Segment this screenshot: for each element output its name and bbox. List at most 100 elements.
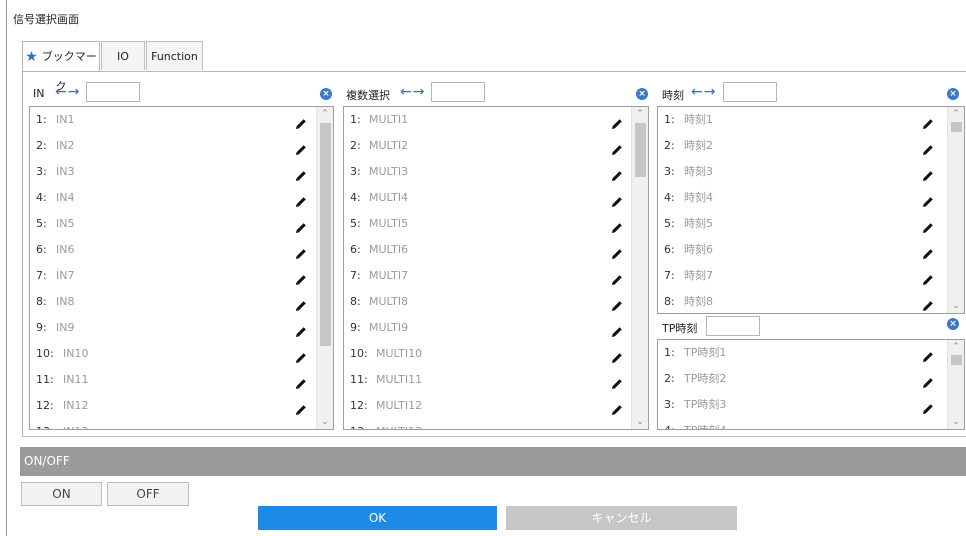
edit-pencil-icon[interactable] — [611, 426, 623, 429]
swap-arrows-icon[interactable]: ←→ — [55, 84, 80, 100]
edit-pencil-icon[interactable] — [295, 166, 307, 181]
edit-pencil-icon[interactable] — [295, 270, 307, 285]
list-item[interactable]: 12: MULTI12 — [344, 393, 631, 419]
list-item[interactable]: 9: IN9 — [30, 315, 316, 341]
in-search-input[interactable] — [86, 82, 140, 102]
list-item[interactable]: 10: IN10 — [30, 341, 316, 367]
edit-pencil-icon[interactable] — [295, 374, 307, 389]
list-item[interactable]: 10: MULTI10 — [344, 341, 631, 367]
edit-pencil-icon[interactable] — [611, 244, 623, 259]
edit-pencil-icon[interactable] — [922, 425, 934, 429]
list-item[interactable]: 1: 時刻1 — [658, 107, 947, 133]
swap-arrows-icon[interactable]: ←→ — [400, 84, 425, 100]
time-signal-list[interactable]: 8: 時刻8 7: 時刻7 6: 時刻6 5: 時刻5 4: 時刻4 3: 時刻3 2: 時刻2 1: 時刻1… — [657, 106, 965, 314]
edit-pencil-icon[interactable] — [611, 270, 623, 285]
list-item[interactable]: 13: MULTI13 — [344, 419, 631, 429]
list-item[interactable]: 5: IN5 — [30, 211, 316, 237]
edit-pencil-icon[interactable] — [922, 347, 934, 362]
edit-pencil-icon[interactable] — [922, 270, 934, 285]
list-item[interactable]: 7: 時刻7 — [658, 263, 947, 289]
tp-time-clear-icon[interactable]: × — [947, 318, 959, 330]
list-item[interactable]: 2: IN2 — [30, 133, 316, 159]
time-scrollbar[interactable]: ⌃ ⌄ — [947, 107, 964, 313]
time-clear-icon[interactable]: × — [947, 88, 959, 100]
scroll-down-icon[interactable]: ⌄ — [317, 415, 333, 429]
edit-pencil-icon[interactable] — [611, 400, 623, 415]
list-item[interactable]: 3: TP時刻3 — [658, 392, 947, 418]
list-item[interactable]: 8: IN8 — [30, 289, 316, 315]
list-item[interactable]: 9: MULTI9 — [344, 315, 631, 341]
edit-pencil-icon[interactable] — [922, 399, 934, 414]
list-item[interactable]: 4: MULTI4 — [344, 185, 631, 211]
list-item[interactable]: 3: 時刻3 — [658, 159, 947, 185]
scroll-thumb[interactable] — [320, 123, 331, 346]
scroll-up-icon[interactable]: ⌃ — [948, 340, 964, 354]
scroll-thumb[interactable] — [951, 355, 962, 365]
cancel-button[interactable]: キャンセル — [506, 506, 737, 530]
list-item[interactable]: 3: IN3 — [30, 159, 316, 185]
list-item[interactable]: 6: 時刻6 — [658, 237, 947, 263]
edit-pencil-icon[interactable] — [611, 218, 623, 233]
scroll-thumb[interactable] — [635, 123, 646, 177]
edit-pencil-icon[interactable] — [922, 166, 934, 181]
edit-pencil-icon[interactable] — [295, 348, 307, 363]
edit-pencil-icon[interactable] — [922, 244, 934, 259]
scroll-down-icon[interactable]: ⌄ — [632, 415, 648, 429]
list-item[interactable]: 2: TP時刻2 — [658, 366, 947, 392]
edit-pencil-icon[interactable] — [295, 426, 307, 429]
tab-bookmark[interactable]: ★ ブックマーク — [22, 41, 100, 93]
scroll-thumb[interactable] — [951, 122, 962, 132]
list-item[interactable]: 5: 時刻5 — [658, 211, 947, 237]
multi-signal-list[interactable]: 13: MULTI13 12: MULTI12 11: MULTI11 10: MULTI10… — [343, 106, 649, 430]
list-item[interactable]: 11: IN11 — [30, 367, 316, 393]
swap-arrows-icon[interactable]: ←→ — [691, 84, 716, 100]
scroll-down-icon[interactable]: ⌄ — [948, 415, 964, 429]
scroll-down-icon[interactable]: ⌄ — [948, 299, 964, 313]
edit-pencil-icon[interactable] — [295, 322, 307, 337]
tab-function[interactable]: Function — [146, 41, 203, 70]
edit-pencil-icon[interactable] — [611, 192, 623, 207]
edit-pencil-icon[interactable] — [611, 322, 623, 337]
in-signal-list[interactable]: 13: IN13 12: IN12 11: IN11 10: IN10 9: IN9 8: IN8 7:… — [29, 106, 334, 430]
list-item[interactable]: 4: 時刻4 — [658, 185, 947, 211]
list-item[interactable]: 5: MULTI5 — [344, 211, 631, 237]
edit-pencil-icon[interactable] — [295, 218, 307, 233]
edit-pencil-icon[interactable] — [611, 348, 623, 363]
in-scrollbar[interactable]: ⌃ ⌄ — [316, 107, 333, 429]
list-item[interactable]: 2: 時刻2 — [658, 133, 947, 159]
edit-pencil-icon[interactable] — [922, 192, 934, 207]
edit-pencil-icon[interactable] — [295, 114, 307, 129]
edit-pencil-icon[interactable] — [295, 244, 307, 259]
list-item[interactable]: 8: 時刻8 — [658, 289, 947, 313]
edit-pencil-icon[interactable] — [922, 373, 934, 388]
multi-clear-icon[interactable]: × — [636, 88, 648, 100]
edit-pencil-icon[interactable] — [611, 296, 623, 311]
multi-search-input[interactable] — [431, 82, 485, 102]
tab-io[interactable]: IO — [101, 41, 145, 70]
edit-pencil-icon[interactable] — [922, 140, 934, 155]
edit-pencil-icon[interactable] — [611, 374, 623, 389]
tp-time-search-input[interactable] — [706, 316, 760, 336]
edit-pencil-icon[interactable] — [295, 192, 307, 207]
list-item[interactable]: 12: IN12 — [30, 393, 316, 419]
list-item[interactable]: 6: MULTI6 — [344, 237, 631, 263]
ok-button[interactable]: OK — [258, 506, 497, 530]
list-item[interactable]: 1: IN1 — [30, 107, 316, 133]
edit-pencil-icon[interactable] — [611, 140, 623, 155]
list-item[interactable]: 11: MULTI11 — [344, 367, 631, 393]
list-item[interactable]: 1: TP時刻1 — [658, 340, 947, 366]
off-button[interactable]: OFF — [107, 482, 189, 506]
list-item[interactable]: 2: MULTI2 — [344, 133, 631, 159]
tp-time-signal-list[interactable]: 4: TP時刻4 3: TP時刻3 2: TP時刻2 1: TP時刻1 ⌃ ⌄ — [657, 339, 965, 430]
list-item[interactable]: 4: IN4 — [30, 185, 316, 211]
scroll-up-icon[interactable]: ⌃ — [632, 107, 648, 121]
list-item[interactable]: 7: IN7 — [30, 263, 316, 289]
on-button[interactable]: ON — [21, 482, 102, 506]
edit-pencil-icon[interactable] — [611, 114, 623, 129]
list-item[interactable]: 6: IN6 — [30, 237, 316, 263]
edit-pencil-icon[interactable] — [295, 140, 307, 155]
list-item[interactable]: 3: MULTI3 — [344, 159, 631, 185]
multi-scrollbar[interactable]: ⌃ ⌄ — [631, 107, 648, 429]
list-item[interactable]: 8: MULTI8 — [344, 289, 631, 315]
edit-pencil-icon[interactable] — [922, 296, 934, 311]
